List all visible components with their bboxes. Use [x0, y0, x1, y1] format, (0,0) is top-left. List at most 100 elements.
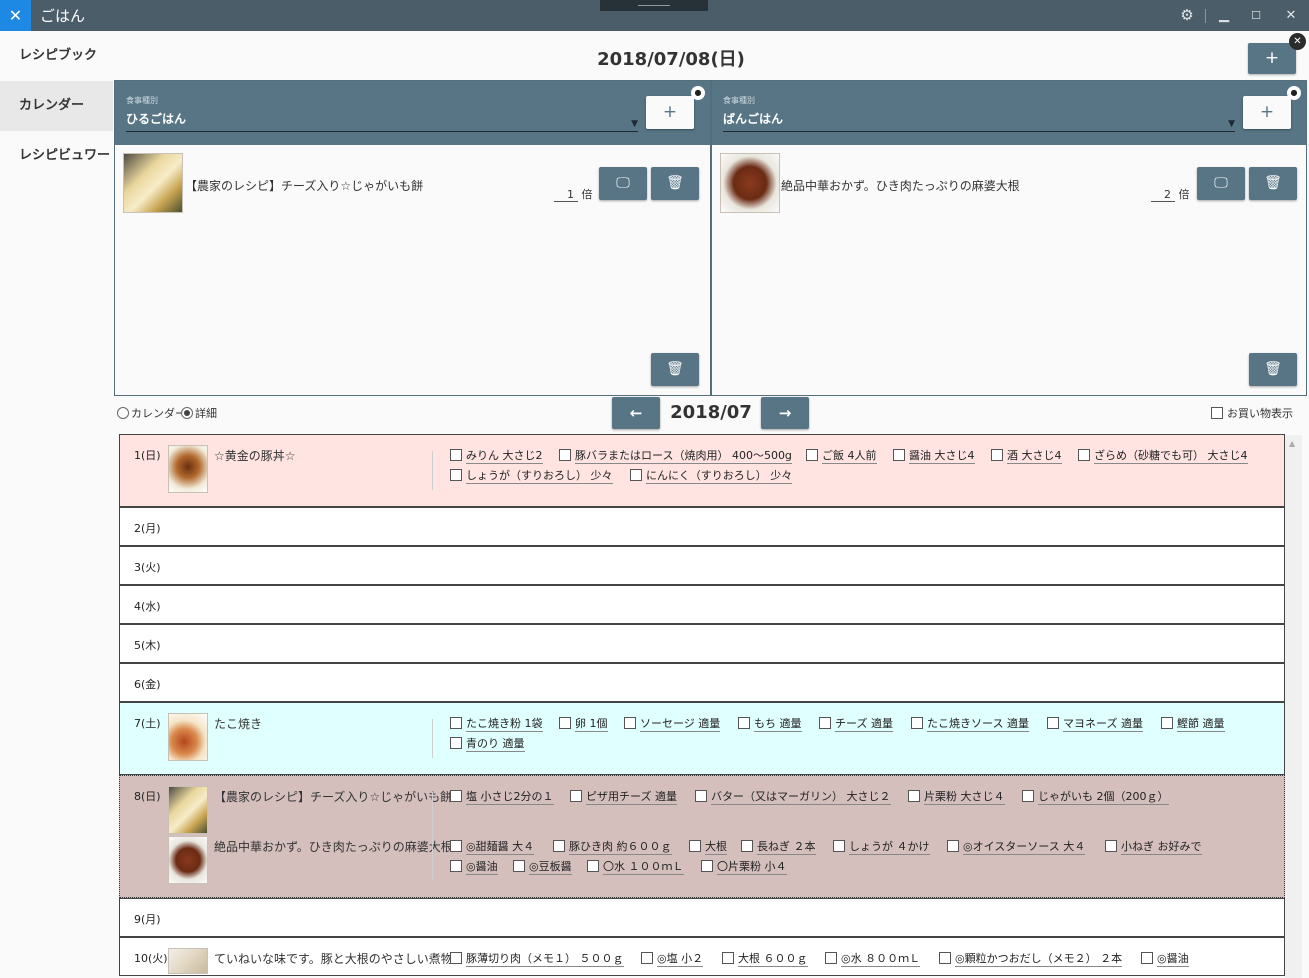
ingredient-checkbox[interactable]: ◎塩 小２ [641, 950, 704, 967]
ingredient-checkbox[interactable]: ◎オイスターソース 大４ [947, 838, 1086, 855]
drag-handle[interactable] [600, 0, 708, 11]
delete-panel-trash-icon[interactable]: 🗑 [1249, 353, 1297, 386]
ingredient-checkbox[interactable]: ◎水 ８００ｍＬ [825, 950, 921, 967]
servings-field[interactable]: 1 倍 [554, 186, 593, 202]
ingredient-checkbox[interactable]: たこ焼き粉 1袋 [450, 715, 543, 732]
trash-icon[interactable]: 🗑 [1249, 167, 1297, 200]
scroll-up-icon[interactable]: ▲ [1289, 439, 1295, 448]
ingredient-checkbox[interactable]: ◎醤油 [1141, 950, 1189, 967]
close-day-icon[interactable]: ✕ [1289, 33, 1306, 50]
calendar-day-row[interactable]: 9(月) [119, 898, 1285, 937]
ingredient-checkbox[interactable]: 大根 ６００ｇ [722, 950, 808, 967]
add-recipe-button[interactable]: + [646, 96, 694, 129]
close-icon[interactable]: ✕ [1276, 0, 1306, 31]
add-recipe-button[interactable]: + [1243, 96, 1291, 129]
recipe-thumbnail[interactable] [123, 153, 183, 213]
ingredient-checkbox[interactable]: 酒 大さじ4 [991, 447, 1062, 464]
ingredient-checkbox[interactable]: 豚バラまたはロース（焼肉用） 400～500g [559, 447, 792, 464]
ingredient-checkbox[interactable]: しょうが ４かけ [833, 838, 930, 855]
calendar-day-row[interactable]: 6(金) [119, 663, 1285, 702]
mode-detail-radio[interactable]: 詳細 [181, 405, 217, 421]
day-recipe-name[interactable]: 【農家のレシピ】チーズ入り☆じゃがいも餅 [214, 788, 452, 805]
recipe-name[interactable]: 絶品中華おかず。ひき肉たっぷりの麻婆大根 [781, 177, 1020, 194]
calendar-day-row[interactable]: 1(日) ☆黄金の豚丼☆ みりん 大さじ2 豚バラまたはロース（焼肉用） 400～50… [119, 434, 1285, 507]
servings-field[interactable]: 2 倍 [1151, 186, 1190, 202]
ingredient-checkbox[interactable]: チーズ 適量 [819, 715, 893, 732]
ingredient-checkbox[interactable]: 鰹節 適量 [1161, 715, 1225, 732]
ingredient-checkbox[interactable]: もち 適量 [738, 715, 802, 732]
meal-type-select[interactable]: ひるごはん ▼ [126, 110, 638, 132]
recipe-thumbnail[interactable] [168, 948, 208, 974]
recipe-name[interactable]: 【農家のレシピ】チーズ入り☆じゃがいも餅 [185, 177, 423, 194]
day-recipe-name[interactable]: 絶品中華おかず。ひき肉たっぷりの麻婆大根 [214, 838, 453, 855]
ingredient-checkbox[interactable]: ソーセージ 適量 [624, 715, 721, 732]
add-meal-button[interactable]: + [1248, 43, 1296, 74]
calendar-day-row[interactable]: 5(木) [119, 624, 1285, 663]
ingredient-checkbox[interactable]: たこ焼きソース 適量 [911, 715, 1029, 732]
calendar-day-row[interactable]: 7(土) たこ焼き たこ焼き粉 1袋 卵 1個 ソーセージ 適量 もち 適量 チーズ 適量 た… [119, 702, 1285, 775]
sidebar-item-recipe-viewer[interactable]: レシピビュワー [0, 131, 113, 181]
day-recipe-name[interactable]: たこ焼き [214, 715, 262, 732]
pin-icon[interactable]: ● [1287, 86, 1301, 100]
ingredient-label: 豚バラまたはロース（焼肉用） 400～500g [575, 449, 792, 464]
ingredient-checkbox[interactable]: ご飯 4人前 [806, 447, 877, 464]
recipe-thumbnail[interactable] [168, 786, 208, 834]
maximize-icon[interactable]: ☐ [1241, 0, 1271, 31]
prev-month-button[interactable]: ← [612, 397, 660, 429]
ingredient-checkbox[interactable]: 豚ひき肉 約６００ｇ [553, 838, 672, 855]
calendar-day-row[interactable]: 2(月) [119, 507, 1285, 546]
ingredient-checkbox[interactable]: 〇水 １００ｍＬ [587, 858, 684, 875]
ingredient-checkbox[interactable]: しょうが（すりおろし） 少々 [450, 467, 613, 484]
monitor-icon[interactable]: 🖵 [1197, 167, 1245, 200]
ingredient-label: チーズ 適量 [835, 717, 893, 732]
recipe-thumbnail[interactable] [168, 445, 208, 493]
ingredient-checkbox[interactable]: 醤油 大さじ4 [893, 447, 975, 464]
ingredient-checkbox[interactable]: 大根 [689, 838, 727, 855]
ingredient-checkbox[interactable]: ◎醤油 [450, 858, 498, 875]
calendar-day-row[interactable]: 10(火) ていねいな味です。豚と大根のやさしい煮物 豚薄切り肉（メモ１） ５００ｇ… [119, 937, 1285, 976]
calendar-day-row[interactable]: 3(火) [119, 546, 1285, 585]
next-month-button[interactable]: → [761, 397, 809, 429]
mode-calendar-radio[interactable]: カレンダー [117, 405, 186, 421]
pin-icon[interactable]: ● [691, 86, 705, 100]
ingredient-checkbox[interactable]: みりん 大さじ2 [450, 447, 543, 464]
sidebar-item-calendar[interactable]: カレンダー [0, 81, 113, 131]
recipe-thumbnail[interactable] [168, 836, 208, 884]
ingredient-checkbox[interactable]: 卵 1個 [559, 715, 608, 732]
monitor-icon[interactable]: 🖵 [599, 167, 647, 200]
day-recipe-name[interactable]: ていねいな味です。豚と大根のやさしい煮物 [214, 950, 453, 967]
recipe-thumbnail[interactable] [168, 713, 208, 761]
servings-value[interactable]: 2 [1151, 188, 1175, 202]
trash-icon[interactable]: 🗑 [651, 167, 699, 200]
calendar-day-row[interactable]: 4(水) [119, 585, 1285, 624]
ingredient-checkbox[interactable]: にんにく（すりおろし） 少々 [630, 467, 793, 484]
ingredient-checkbox[interactable]: 小ねぎ お好みで [1105, 838, 1202, 855]
ingredient-checkbox[interactable]: 片栗粉 大さじ４ [908, 788, 1005, 805]
day-recipe-name[interactable]: ☆黄金の豚丼☆ [214, 447, 296, 464]
delete-panel-trash-icon[interactable]: 🗑 [651, 353, 699, 386]
minimize-icon[interactable]: ▁ [1209, 0, 1239, 31]
meal-type-select[interactable]: ばんごはん ▼ [723, 110, 1235, 132]
ingredient-checkbox[interactable]: 〇片栗粉 小４ [701, 858, 787, 875]
ingredient-checkbox[interactable]: ◎甜麺醤 大４ [450, 838, 535, 855]
ingredient-checkbox[interactable]: ◎顆粒かつおだし（メモ２） ２本 [939, 950, 1123, 967]
ingredient-checkbox[interactable]: マヨネーズ 適量 [1047, 715, 1143, 732]
ingredient-checkbox[interactable]: 長ねぎ ２本 [741, 838, 816, 855]
gear-icon[interactable]: ⚙ [1172, 0, 1202, 31]
calendar-list[interactable]: 1(日) ☆黄金の豚丼☆ みりん 大さじ2 豚バラまたはロース（焼肉用） 400～50… [113, 431, 1303, 978]
ingredient-checkbox[interactable]: ざらめ（砂糖でも可） 大さじ4 [1078, 447, 1248, 464]
calendar-day-row[interactable]: 8(日) 【農家のレシピ】チーズ入り☆じゃがいも餅 絶品中華おかず。ひき肉たっぷりの… [119, 775, 1285, 898]
ingredient-checkbox[interactable]: 豚薄切り肉（メモ１） ５００ｇ [450, 950, 624, 967]
recipe-thumbnail[interactable] [720, 153, 780, 213]
ingredient-checkbox[interactable]: 青のり 適量 [450, 735, 525, 752]
ingredient-checkbox[interactable]: バター（又はマーガリン） 大さじ２ [695, 788, 891, 805]
scrollbar[interactable]: ▲ [1285, 435, 1302, 978]
ingredient-checkbox[interactable]: じゃがいも 2個（200ｇ） [1022, 788, 1169, 805]
servings-value[interactable]: 1 [554, 188, 578, 202]
ingredient-checkbox[interactable]: ◎豆板醤 [513, 858, 572, 875]
ingredient-checkbox[interactable]: ピザ用チーズ 適量 [570, 788, 677, 805]
sidebar-item-recipe-book[interactable]: レシピブック [0, 31, 113, 81]
shopping-toggle[interactable]: お買い物表示 [1211, 405, 1293, 421]
chevron-down-icon: ▼ [631, 119, 638, 129]
ingredient-checkbox[interactable]: 塩 小さじ2分の１ [450, 788, 554, 805]
